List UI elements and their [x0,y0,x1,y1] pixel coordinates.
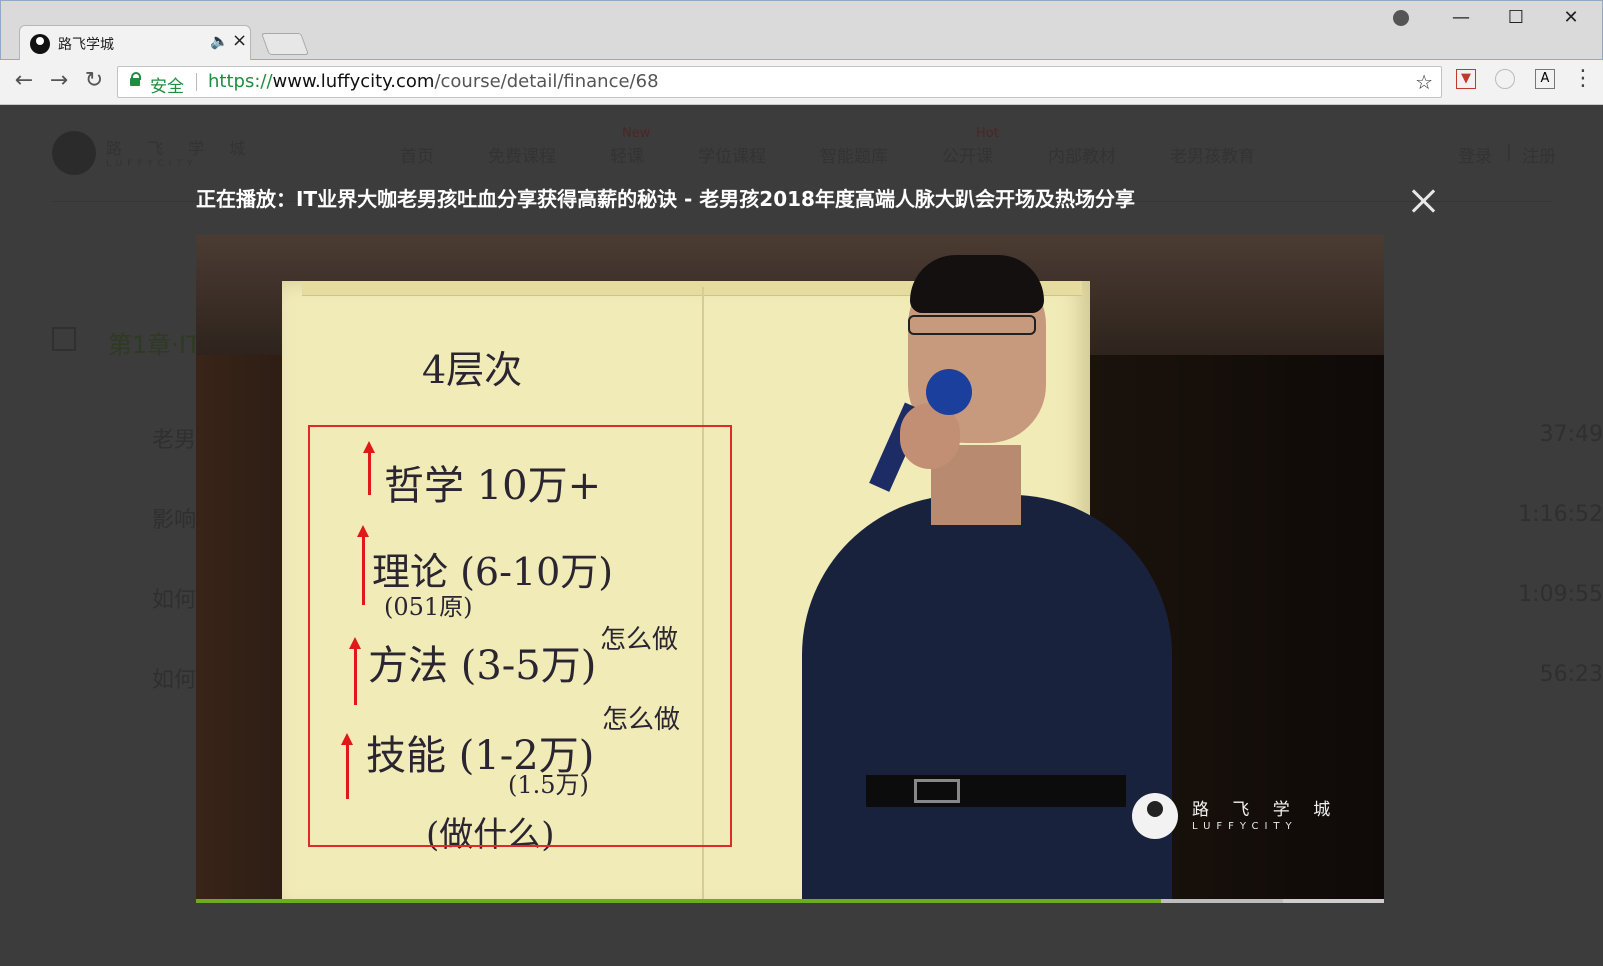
microphone-icon [926,369,972,415]
lesson-duration: 1:16:52 [1518,502,1603,527]
red-up-arrow-icon [349,637,361,705]
new-tab-button[interactable] [260,33,310,55]
lesson-duration: 37:49 [1539,422,1603,447]
login-link[interactable]: 登录 [1458,142,1492,167]
nav-light-courses[interactable]: 轻课 [610,142,644,167]
nav-badge-new: New [622,126,651,141]
red-up-arrow-icon [341,733,353,799]
chapter-title[interactable]: 第1章·IT [108,325,201,360]
browser-titlebar: 路飞学城 🔈 × — ☐ ✕ [0,0,1603,61]
nav-home[interactable]: 首页 [400,142,434,167]
lesson-title[interactable]: 如何 [152,662,196,694]
site-brand: 路 飞 学 城 [106,139,256,158]
handwriting-heading: 4层次 [422,348,523,392]
speaker-hair [910,255,1044,313]
tab-title: 路飞学城 [58,37,114,53]
close-modal-icon[interactable] [1408,186,1438,216]
watermark-brand: 路 飞 学 城 [1192,800,1340,820]
watermark-brand-en: LUFFYCITY [1192,821,1298,832]
browser-toolbar: ← → ↻ 安全 https://www.luffycity.com/cours… [0,60,1603,105]
watermark-logo-icon [1132,793,1178,839]
nav-internal-materials[interactable]: 内部教材 [1048,142,1116,167]
nav-question-bank[interactable]: 智能题库 [820,142,888,167]
site-logo-icon[interactable] [52,131,96,175]
extension-shield-icon[interactable]: ▼ [1456,69,1476,89]
bookmark-star-icon[interactable]: ☆ [1415,70,1433,94]
nav-badge-hot: Hot [976,126,999,141]
extension-circle-icon[interactable] [1495,69,1515,89]
nav-free-courses[interactable]: 免费课程 [488,142,556,167]
back-arrow-icon[interactable]: ← [10,68,38,93]
speaker-shirt [802,495,1172,899]
reload-icon[interactable]: ↻ [80,68,108,93]
browser-menu-icon[interactable]: ⋮ [1572,66,1594,91]
secure-label: 安全 [150,77,184,97]
video-progress-fill [196,899,1161,903]
speaker-glasses [908,315,1036,335]
red-up-arrow-icon [363,441,375,495]
lesson-title[interactable]: 老男 [152,422,196,454]
lesson-title[interactable]: 如何 [152,582,196,614]
speaker-audio-icon[interactable]: 🔈 [210,32,229,50]
address-bar[interactable]: 安全 https://www.luffycity.com/course/deta… [117,66,1442,98]
chapter-book-icon [52,327,76,351]
site-brand-en: LUFFYCITY [106,159,198,169]
browser-tab-active[interactable]: 路飞学城 🔈 × [19,25,251,61]
register-link[interactable]: 注册 [1522,142,1556,167]
url-text[interactable]: https://www.luffycity.com/course/detail/… [208,71,659,92]
lock-icon [130,72,141,86]
video-player[interactable]: 4层次 哲学 10万+ 理论 (6-10万) (051原) 方法 (3-5万) … [196,235,1384,899]
extension-translate-icon[interactable]: A [1535,69,1555,89]
forward-arrow-icon[interactable]: → [45,68,73,93]
tab-close-icon[interactable]: × [232,30,247,51]
red-up-arrow-icon [357,525,369,605]
lesson-title[interactable]: 影响 [152,502,196,534]
nav-oldboy-education[interactable]: 老男孩教育 [1170,142,1255,167]
maximize-window-icon[interactable]: ☐ [1496,7,1536,28]
minimize-window-icon[interactable]: — [1441,7,1481,28]
profile-avatar-icon[interactable] [1393,10,1409,26]
annotation-red-box [308,425,732,847]
speaker-belt [866,775,1126,807]
lesson-duration: 56:23 [1539,662,1603,687]
now-playing-title: 正在播放：IT业界大咖老男孩吐血分享获得高薪的秘诀 - 老男孩2018年度高端人… [196,187,1135,211]
nav-degree-courses[interactable]: 学位课程 [698,142,766,167]
close-window-icon[interactable]: ✕ [1551,7,1591,28]
video-progress-bar[interactable] [196,899,1384,903]
luffycity-favicon-icon [30,34,50,54]
nav-separator: | [1506,142,1512,162]
lesson-duration: 1:09:55 [1518,582,1603,607]
address-separator [196,73,197,91]
nav-open-class[interactable]: 公开课 [942,142,993,167]
belt-buckle [914,779,960,803]
